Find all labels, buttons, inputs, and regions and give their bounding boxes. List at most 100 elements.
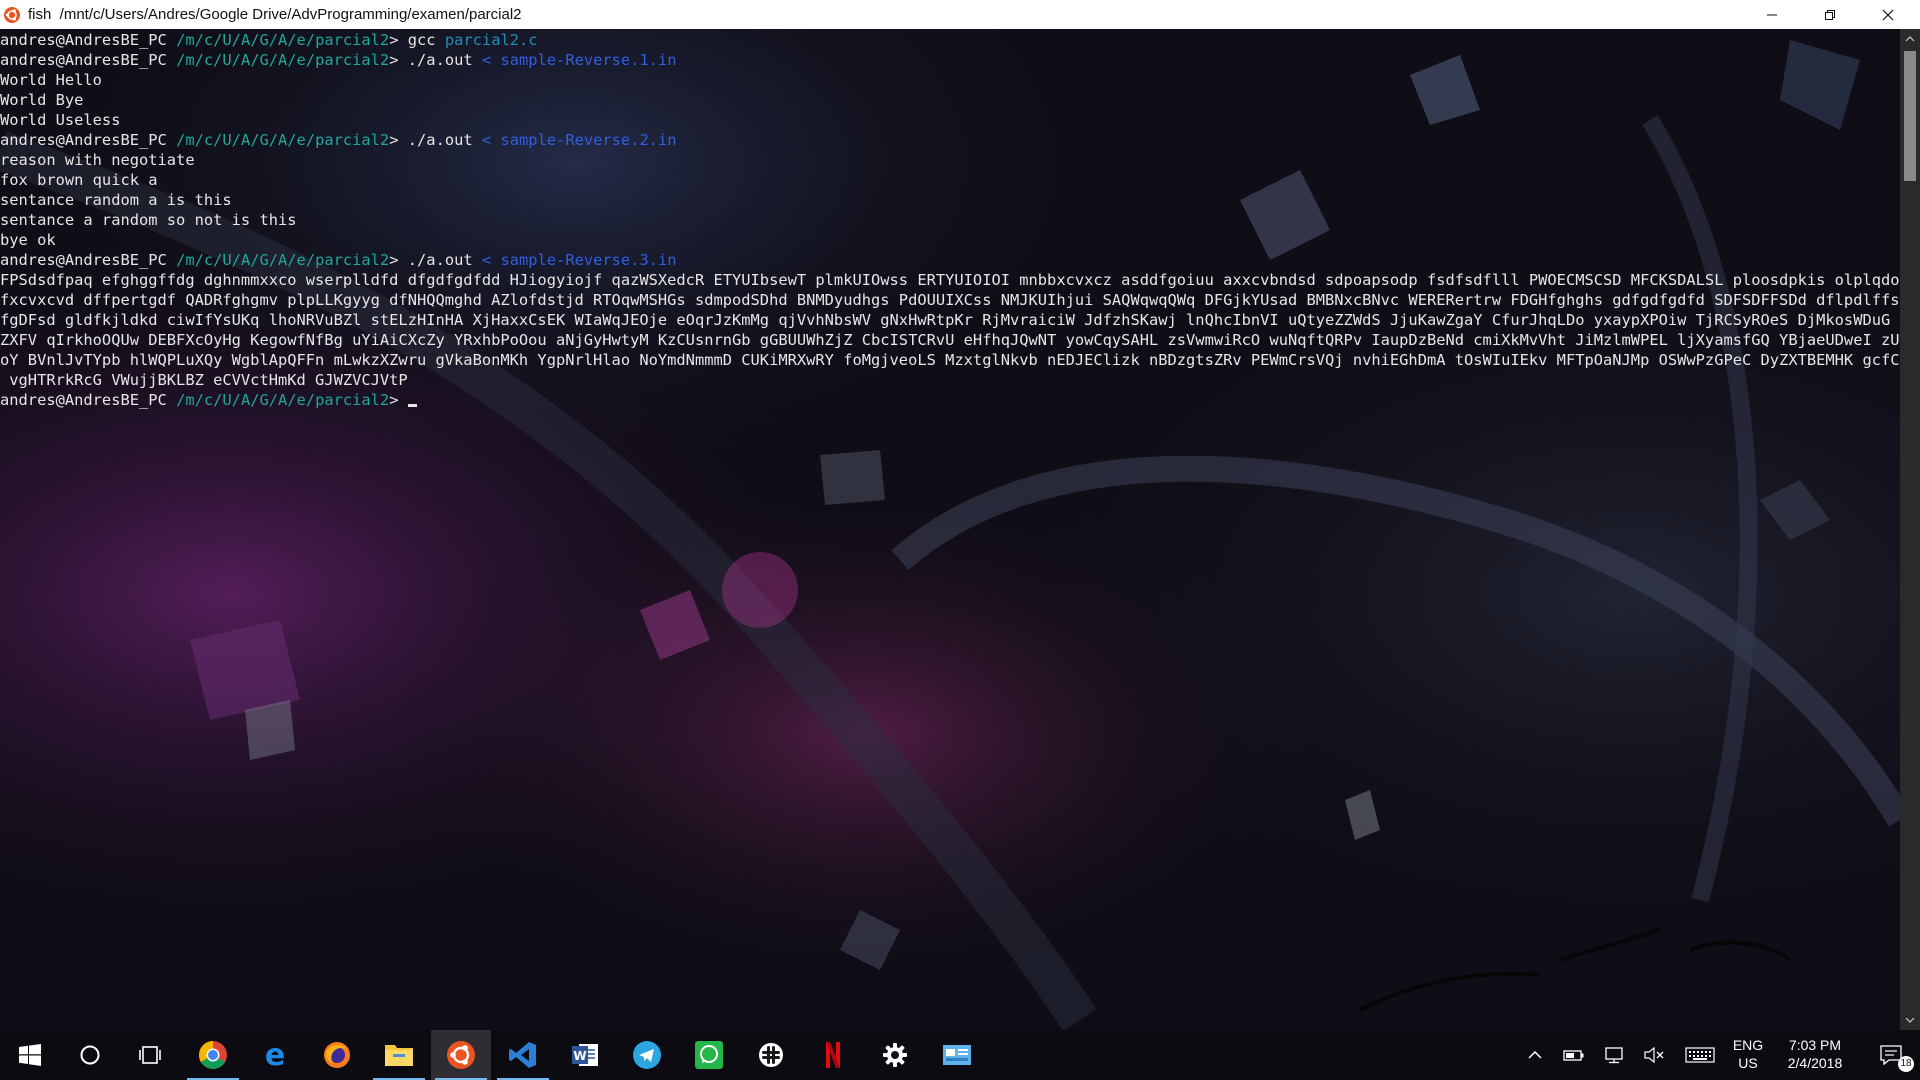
terminal-output-line: sentance a random so not is this <box>0 211 297 229</box>
taskbar-control-panel[interactable] <box>927 1030 987 1080</box>
network-icon <box>1605 1047 1623 1064</box>
network-button[interactable] <box>1598 1030 1630 1080</box>
chevron-up-icon <box>1905 36 1915 42</box>
taskbar-telegram[interactable] <box>617 1030 677 1080</box>
ubuntu-icon <box>447 1041 475 1069</box>
restore-button[interactable] <box>1801 0 1859 29</box>
clock-time: 7:03 PM <box>1788 1037 1842 1053</box>
prompt-path: /m/c/U/A/G/A/e/parcial2 <box>176 51 390 69</box>
taskbar-chrome[interactable] <box>183 1030 243 1080</box>
scroll-down-button[interactable] <box>1900 1010 1920 1030</box>
command-name: gcc <box>407 31 436 49</box>
whatsapp-icon <box>695 1041 723 1069</box>
command-name: ./a.out <box>407 51 473 69</box>
taskbar-file-explorer[interactable] <box>369 1030 429 1080</box>
command-redirect: < sample-Reverse.1.in <box>481 51 677 69</box>
svg-text:e: e <box>265 1040 285 1070</box>
word-icon: W <box>572 1044 598 1066</box>
vscode-icon <box>509 1042 536 1068</box>
window-titlebar[interactable]: fish /mnt/c/Users/Andres/Google Drive/Ad… <box>0 0 1920 29</box>
svg-text:W: W <box>573 1049 586 1063</box>
battery-icon <box>1563 1050 1584 1061</box>
window-title: fish /mnt/c/Users/Andres/Google Drive/Ad… <box>28 6 522 23</box>
prompt-path: /m/c/U/A/G/A/e/parcial2 <box>176 251 390 269</box>
taskbar-whatsapp[interactable] <box>679 1030 739 1080</box>
minimize-icon <box>1767 14 1777 15</box>
chevron-down-icon <box>1905 1017 1915 1023</box>
windows-icon <box>19 1044 41 1066</box>
terminal-output-line: fgDFsd gldfkjldkd ciwIfYsUKq lhoNRVuBZl … <box>0 311 1900 329</box>
close-button[interactable] <box>1859 0 1917 29</box>
chrome-icon <box>199 1041 227 1069</box>
terminal-prompt-line: andres@AndresBE_PC /m/c/U/A/G/A/e/parcia… <box>0 50 677 70</box>
netflix-icon <box>826 1042 840 1068</box>
taskbar-firefox[interactable] <box>307 1030 367 1080</box>
command-argument: parcial2.c <box>444 31 538 49</box>
cortana-button[interactable] <box>60 1030 120 1080</box>
prompt-user: andres@AndresBE_PC <box>0 31 167 49</box>
terminal-output-line: bye ok <box>0 231 56 249</box>
taskbar-settings[interactable] <box>865 1030 925 1080</box>
restore-icon <box>1825 9 1835 20</box>
terminal-scrollbar[interactable] <box>1900 29 1920 1030</box>
terminal-cursor <box>407 404 417 407</box>
prompt-user: andres@AndresBE_PC <box>0 51 167 69</box>
prompt-symbol: > <box>389 31 399 49</box>
minimize-button[interactable] <box>1743 0 1801 29</box>
terminal-output-line: World Bye <box>0 91 84 109</box>
scroll-thumb[interactable] <box>1904 51 1916 181</box>
prompt-user: andres@AndresBE_PC <box>0 391 167 409</box>
show-hidden-icons-button[interactable] <box>1519 1030 1551 1080</box>
terminal-output[interactable]: andres@AndresBE_PC /m/c/U/A/G/A/e/parcia… <box>0 29 1900 1030</box>
command-redirect: < sample-Reverse.2.in <box>481 131 677 149</box>
start-button[interactable] <box>0 1030 60 1080</box>
ubuntu-icon <box>4 6 20 23</box>
gear-icon <box>883 1043 907 1067</box>
close-icon <box>1882 9 1894 20</box>
action-center-button[interactable]: 18 <box>1866 1030 1916 1080</box>
clock-date: 2/4/2018 <box>1787 1055 1843 1071</box>
taskbar-vscode[interactable] <box>493 1030 553 1080</box>
terminal-prompt-line: andres@AndresBE_PC /m/c/U/A/G/A/e/parcia… <box>0 30 547 50</box>
terminal-prompt-line: andres@AndresBE_PC /m/c/U/A/G/A/e/parcia… <box>0 130 677 150</box>
terminal-output-line: oY BVnlJvTYpb hlWQPLuXQy WgblApQFFn mLwk… <box>0 351 1900 369</box>
terminal-output-line: vgHTRrkRcG VWujjBKLBZ eCVVctHmKd GJWZVCJ… <box>0 371 408 389</box>
terminal-output-line: fox brown quick a <box>0 171 158 189</box>
terminal-output-line: reason with negotiate <box>0 151 195 169</box>
volume-button[interactable] <box>1638 1030 1670 1080</box>
cortana-circle-icon <box>80 1045 100 1065</box>
touch-keyboard-button[interactable] <box>1682 1030 1718 1080</box>
folder-icon <box>385 1045 413 1066</box>
command-name: ./a.out <box>407 251 473 269</box>
notification-count-badge: 18 <box>1898 1056 1914 1072</box>
terminal-current-prompt: andres@AndresBE_PC /m/c/U/A/G/A/e/parcia… <box>0 390 417 410</box>
prompt-symbol: > <box>389 391 399 409</box>
taskbar-clock[interactable]: 7:03 PM 2/4/2018 <box>1774 1030 1856 1080</box>
task-view-icon <box>139 1046 161 1064</box>
task-view-button[interactable] <box>120 1030 180 1080</box>
prompt-path: /m/c/U/A/G/A/e/parcial2 <box>176 391 390 409</box>
prompt-path: /m/c/U/A/G/A/e/parcial2 <box>176 131 390 149</box>
input-language-indicator[interactable]: ENG US <box>1726 1030 1770 1080</box>
language-code: ENG <box>1732 1037 1764 1053</box>
taskbar-ubuntu[interactable] <box>431 1030 491 1080</box>
prompt-path: /m/c/U/A/G/A/e/parcial2 <box>176 31 390 49</box>
prompt-symbol: > <box>389 131 399 149</box>
taskbar-edge[interactable]: e <box>245 1030 305 1080</box>
keyboard-icon <box>1685 1047 1715 1063</box>
battery-button[interactable] <box>1558 1030 1590 1080</box>
taskbar-netflix[interactable] <box>803 1030 863 1080</box>
telegram-icon <box>633 1041 661 1069</box>
command-name: ./a.out <box>407 131 473 149</box>
control-panel-icon <box>943 1045 971 1065</box>
terminal-output-line: FPSdsdfpaq efghggffdg dghnmmxxco wserpll… <box>0 271 1900 289</box>
terminal-output-line: World Useless <box>0 111 121 129</box>
scroll-up-button[interactable] <box>1900 29 1920 49</box>
volume-muted-icon <box>1644 1046 1664 1064</box>
taskbar-slack[interactable] <box>741 1030 801 1080</box>
slack-icon <box>759 1043 783 1067</box>
language-region: US <box>1738 1055 1758 1071</box>
chevron-up-icon <box>1528 1051 1542 1059</box>
terminal-output-line: World Hello <box>0 71 102 89</box>
taskbar-word[interactable]: W <box>555 1030 615 1080</box>
